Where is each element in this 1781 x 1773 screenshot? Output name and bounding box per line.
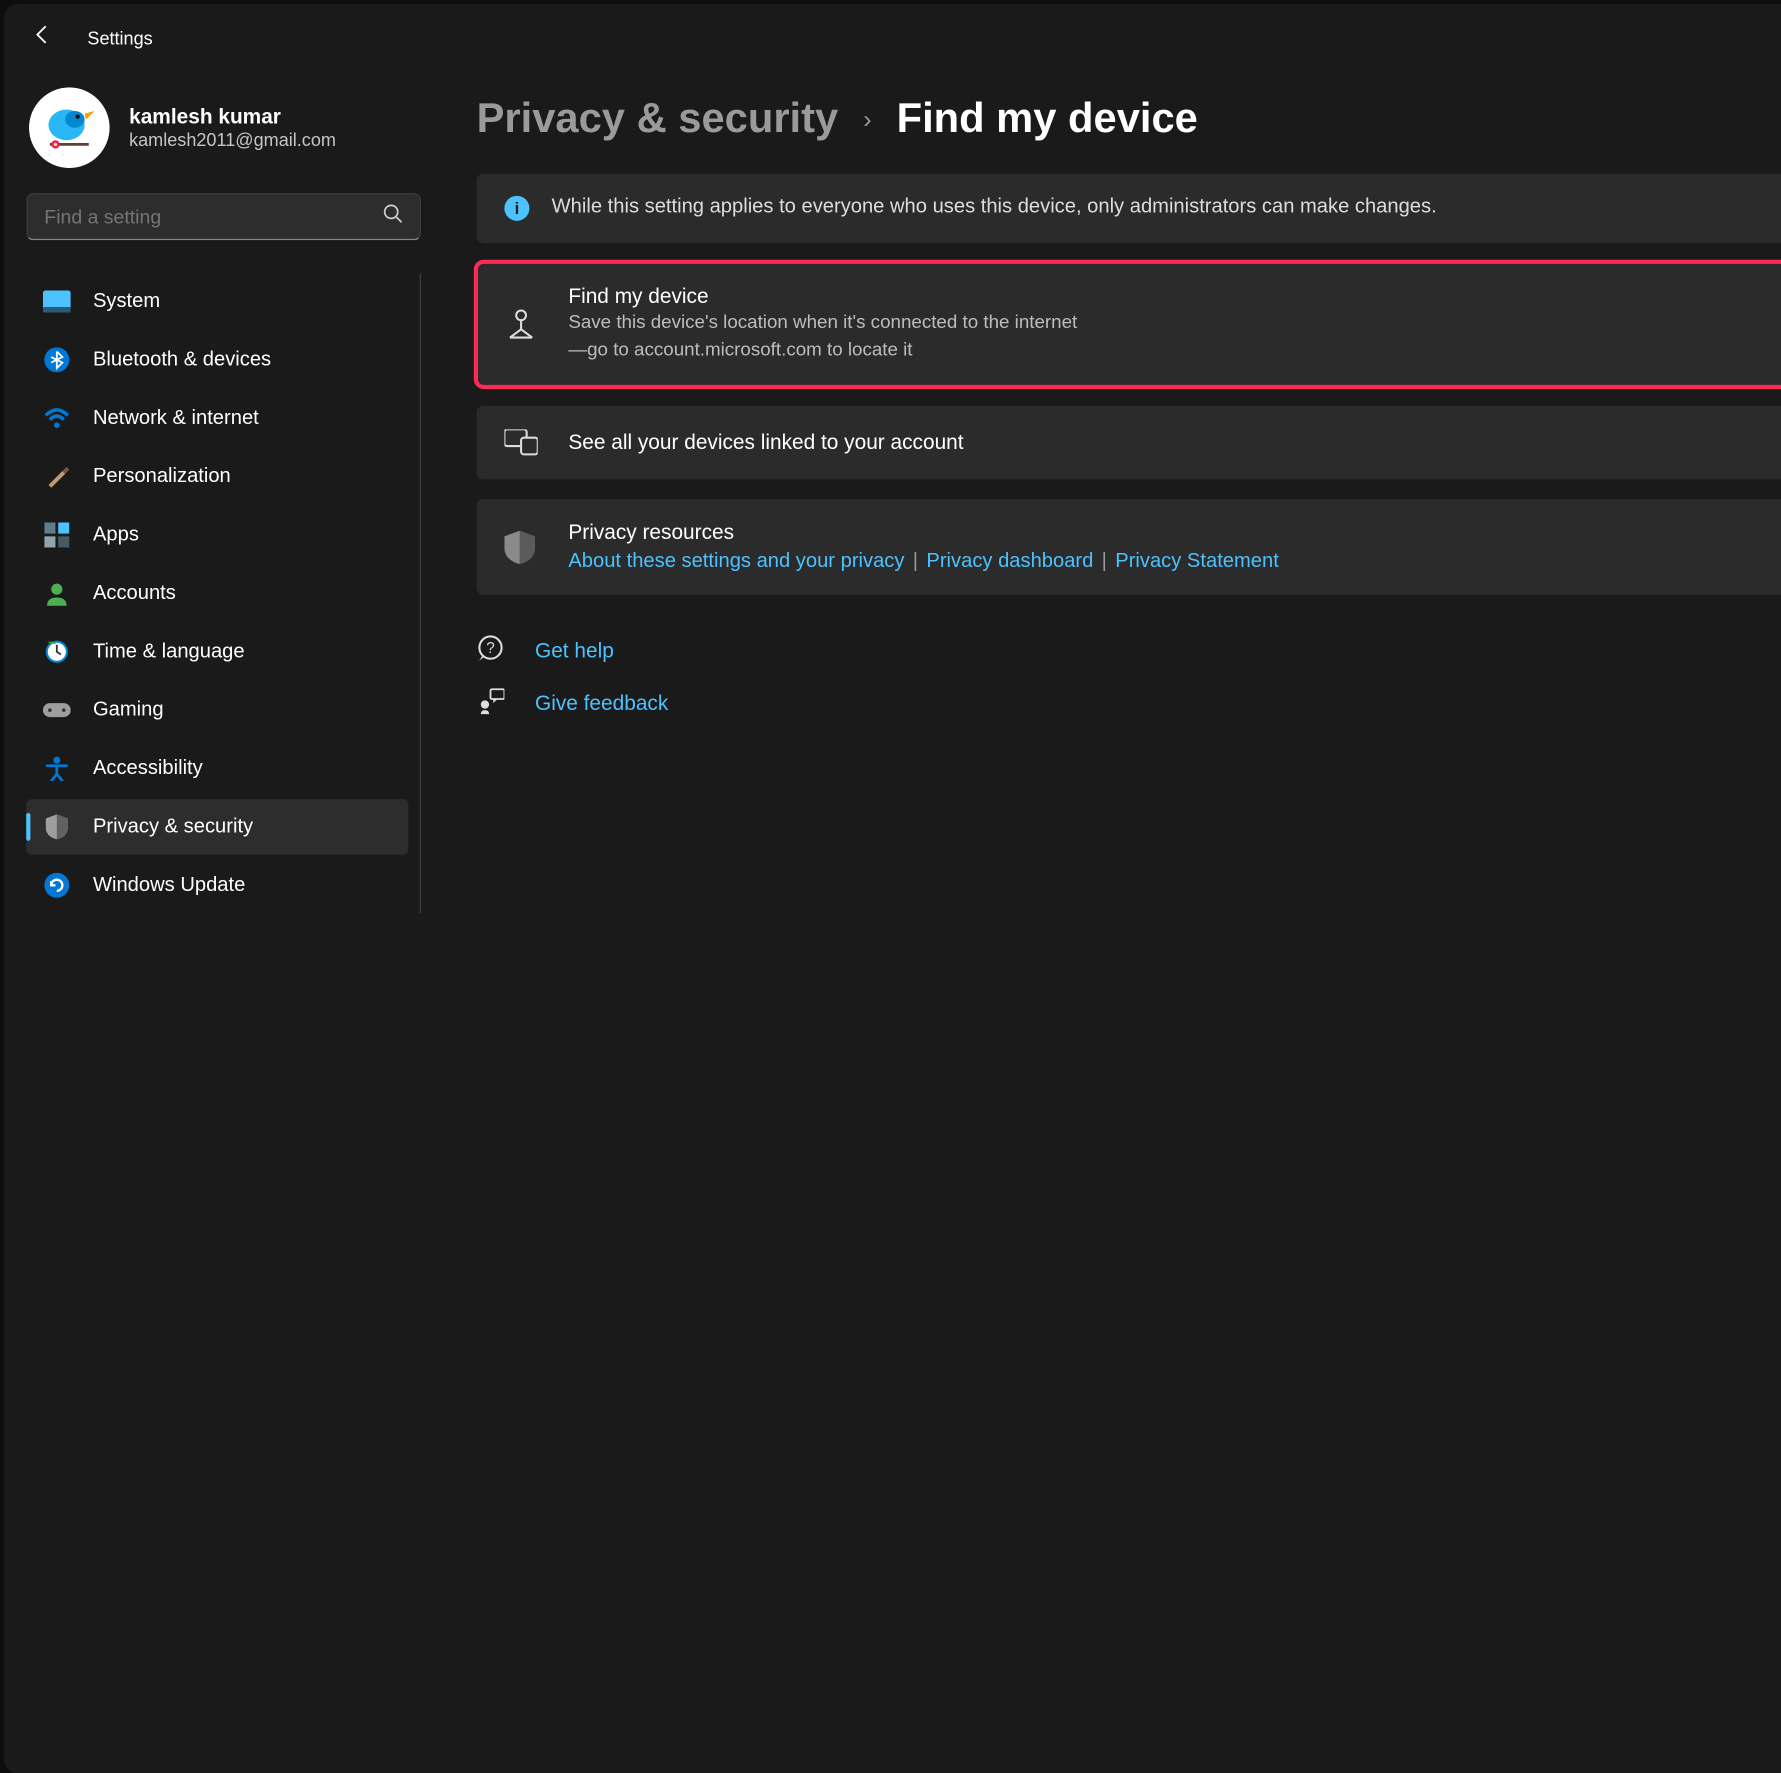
feedback-icon: [477, 687, 508, 720]
profile-name: kamlesh kumar: [129, 105, 336, 129]
gamepad-icon: [43, 696, 71, 724]
main-content: Privacy & security › Find my device i Wh…: [435, 71, 1781, 1773]
sidebar-item-privacy[interactable]: Privacy & security: [26, 799, 408, 855]
info-text: While this setting applies to everyone w…: [552, 193, 1437, 223]
info-banner: i While this setting applies to everyone…: [477, 174, 1781, 243]
shield-icon: [43, 813, 71, 841]
breadcrumb-current: Find my device: [897, 96, 1198, 143]
profile-email: kamlesh2011@gmail.com: [129, 129, 336, 150]
wifi-icon: [43, 404, 71, 432]
sidebar-item-apps[interactable]: Apps: [26, 507, 408, 563]
search-box[interactable]: [26, 193, 421, 240]
profile[interactable]: kamlesh kumar kamlesh2011@gmail.com: [26, 85, 421, 193]
sidebar-item-personalization[interactable]: Personalization: [26, 449, 408, 505]
avatar: [29, 87, 110, 168]
devices-icon: [504, 429, 537, 457]
breadcrumb: Privacy & security › Find my device: [477, 96, 1781, 143]
sidebar-item-accounts[interactable]: Accounts: [26, 566, 408, 622]
nav: System Bluetooth & devices Network & int…: [26, 274, 421, 913]
chevron-right-icon: ›: [863, 105, 871, 134]
sidebar-item-accessibility[interactable]: Accessibility: [26, 741, 408, 797]
linked-devices-card[interactable]: See all your devices linked to your acco…: [477, 406, 1781, 480]
sidebar-item-time[interactable]: Time & language: [26, 624, 408, 680]
privacy-dashboard-link[interactable]: Privacy dashboard: [926, 551, 1093, 573]
sidebar-item-label: Windows Update: [93, 874, 245, 896]
sidebar-item-label: Apps: [93, 524, 139, 546]
sidebar-item-label: Network & internet: [93, 407, 259, 429]
privacy-statement-link[interactable]: Privacy Statement: [1115, 551, 1279, 573]
accessibility-icon: [43, 755, 71, 783]
sidebar-item-label: Accounts: [93, 582, 176, 604]
sidebar-item-label: Personalization: [93, 465, 231, 487]
person-icon: [43, 579, 71, 607]
search-icon: [382, 203, 403, 231]
feedback-link-label: Give feedback: [535, 692, 668, 716]
sidebar-item-label: Bluetooth & devices: [93, 349, 271, 371]
card-description: Save this device's location when it's co…: [568, 308, 1082, 364]
help-link-label: Get help: [535, 639, 614, 663]
sidebar-item-label: Time & language: [93, 641, 245, 663]
apps-icon: [43, 521, 71, 549]
card-title: Find my device: [568, 284, 1781, 308]
app-title: Settings: [87, 27, 152, 48]
bluetooth-icon: [43, 346, 71, 374]
help-icon: ?: [477, 634, 508, 667]
give-feedback-link[interactable]: Give feedback: [477, 687, 1781, 720]
find-my-device-card: Find my device Save this device's locati…: [477, 262, 1781, 386]
get-help-link[interactable]: ? Get help: [477, 634, 1781, 667]
sidebar-item-update[interactable]: Windows Update: [26, 857, 408, 913]
card-title: Privacy resources: [568, 521, 1781, 545]
location-icon: [504, 306, 537, 342]
sidebar-item-network[interactable]: Network & internet: [26, 390, 408, 446]
sidebar-item-label: Accessibility: [93, 757, 203, 779]
sidebar-item-gaming[interactable]: Gaming: [26, 682, 408, 738]
sidebar-item-system[interactable]: System: [26, 274, 408, 330]
card-title: See all your devices linked to your acco…: [568, 431, 1781, 455]
about-settings-link[interactable]: About these settings and your privacy: [568, 551, 904, 573]
brush-icon: [43, 463, 71, 491]
breadcrumb-parent[interactable]: Privacy & security: [477, 96, 839, 143]
clock-icon: [43, 638, 71, 666]
update-icon: [43, 871, 71, 899]
system-icon: [43, 288, 71, 316]
privacy-resources-card: Privacy resources About these settings a…: [477, 499, 1781, 595]
sidebar: kamlesh kumar kamlesh2011@gmail.com Syst…: [4, 71, 435, 1773]
info-icon: i: [504, 196, 529, 221]
sidebar-item-label: Gaming: [93, 699, 164, 721]
titlebar: Settings: [4, 4, 1781, 71]
sidebar-item-label: Privacy & security: [93, 816, 253, 838]
sidebar-item-label: System: [93, 290, 160, 312]
sidebar-item-bluetooth[interactable]: Bluetooth & devices: [26, 332, 408, 388]
shield-icon: [504, 530, 537, 563]
back-button[interactable]: [32, 23, 88, 52]
svg-text:?: ?: [486, 640, 495, 657]
search-input[interactable]: [44, 206, 382, 228]
